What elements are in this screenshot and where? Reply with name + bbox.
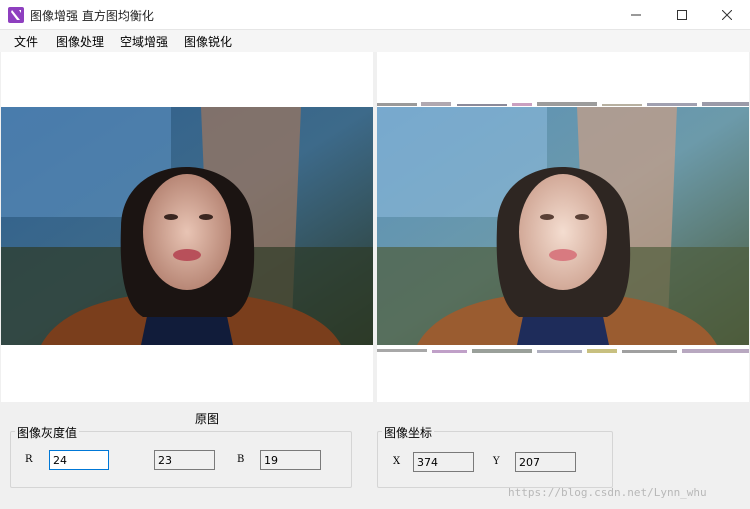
menu-file[interactable]: 文件 (14, 33, 38, 50)
original-image-pane[interactable] (1, 52, 373, 402)
menu-image-sharpen[interactable]: 图像锐化 (184, 33, 232, 50)
equalized-image-pane[interactable] (377, 52, 749, 402)
b-value-field[interactable]: 19 (260, 450, 321, 470)
window-title: 图像增强 直方图均衡化 (30, 9, 154, 23)
b-label: B (237, 454, 245, 465)
equalized-image (377, 107, 749, 345)
app-logo-icon (8, 7, 24, 23)
menu-bar: 文件 图像处理 空域增强 图像锐化 (0, 30, 750, 52)
menu-image-processing[interactable]: 图像处理 (56, 33, 104, 50)
y-value-field[interactable]: 207 (515, 452, 576, 472)
original-image (1, 107, 373, 345)
gray-value-group: 图像灰度值 R 24 23 B 19 (10, 424, 352, 488)
minimize-button[interactable] (613, 0, 659, 30)
r-label: R (25, 454, 33, 465)
title-bar: 图像增强 直方图均衡化 (0, 0, 750, 30)
r-value-field[interactable]: 24 (49, 450, 109, 470)
y-label: Y (493, 456, 500, 467)
g-value-field[interactable]: 23 (154, 450, 215, 470)
maximize-icon (677, 10, 687, 20)
image-coord-group-title: 图像坐标 (382, 424, 435, 441)
menu-spatial-enhance[interactable]: 空域增强 (120, 33, 168, 50)
gray-value-group-title: 图像灰度值 (15, 424, 80, 441)
maximize-button[interactable] (659, 0, 705, 30)
close-button[interactable] (704, 0, 750, 30)
image-coord-group: 图像坐标 X 374 Y 207 (377, 424, 613, 488)
x-label: X (393, 456, 401, 467)
noise-strip-bottom (377, 344, 749, 353)
noise-strip-top (377, 97, 749, 106)
x-value-field[interactable]: 374 (413, 452, 474, 472)
minimize-icon (631, 14, 641, 16)
close-icon (722, 10, 732, 20)
original-image-caption: 原图 (195, 412, 220, 426)
watermark-text: https://blog.csdn.net/Lynn_whu (508, 486, 707, 499)
